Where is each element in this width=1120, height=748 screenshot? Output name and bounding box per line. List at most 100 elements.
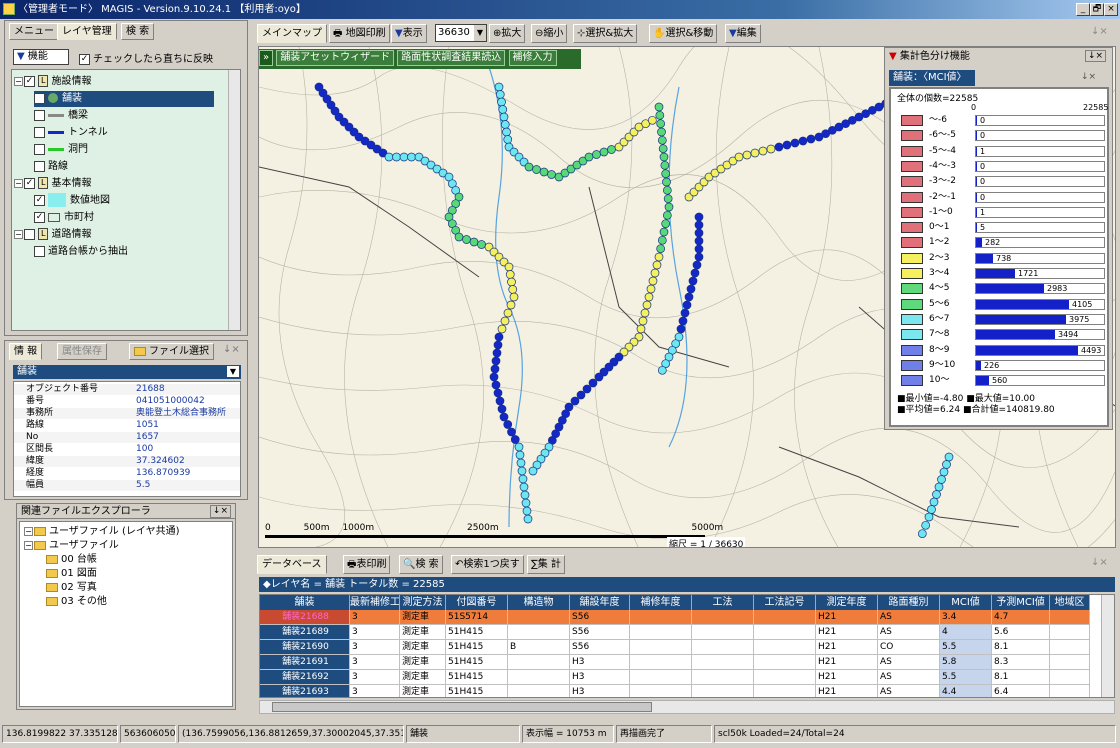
survey-point[interactable] [588,378,598,388]
survey-point[interactable] [942,460,951,469]
pin-icon[interactable]: ↓× [1091,557,1108,568]
table-cell[interactable]: 51H415 [446,655,508,670]
table-cell[interactable]: AS [878,610,940,625]
survey-point[interactable] [939,467,949,477]
survey-point[interactable] [582,384,592,394]
survey-point[interactable] [516,458,526,468]
survey-point[interactable] [384,152,394,162]
table-cell[interactable] [692,625,754,640]
survey-point[interactable] [491,356,501,366]
table-cell[interactable]: S56 [570,640,630,655]
table-cell[interactable] [508,685,570,697]
checkbox-icon[interactable] [24,228,35,240]
survey-point[interactable] [692,260,702,270]
table-hscrollbar[interactable] [259,700,1115,714]
survey-point[interactable] [642,300,652,310]
table-cell[interactable]: H21 [816,625,878,640]
checkbox-icon[interactable] [34,143,45,155]
survey-point[interactable] [494,332,504,342]
table-cell[interactable]: 測定車 [400,610,446,625]
table-cell[interactable]: 8.1 [992,640,1050,655]
survey-point[interactable] [462,235,471,244]
table-cell[interactable]: H21 [816,655,878,670]
survey-point[interactable] [644,292,654,302]
survey-point[interactable] [500,120,510,129]
view-dropdown[interactable]: ▼表示 [391,24,427,43]
checkbox-icon[interactable]: ✓ [24,75,35,87]
survey-point[interactable] [493,340,503,350]
survey-point[interactable] [659,152,669,162]
table-cell[interactable]: 5.8 [940,655,992,670]
table-cell[interactable]: 測定車 [400,655,446,670]
layer-tree-item[interactable]: − ✓ L 施設情報 [14,74,214,90]
survey-point[interactable] [504,262,514,272]
survey-point[interactable] [493,388,503,398]
close-button[interactable]: × [1104,3,1118,16]
table-cell[interactable]: H21 [816,670,878,685]
survey-point[interactable] [636,324,646,334]
survey-point[interactable] [686,284,696,294]
tab-file-select[interactable]: ファイル選択 [129,343,214,360]
table-cell[interactable]: H3 [570,670,630,685]
table-cell[interactable] [508,625,570,640]
table-cell[interactable]: 3 [350,685,400,697]
survey-point[interactable] [528,466,538,476]
layer-selector[interactable]: 舗装 ▼ [13,365,241,379]
survey-point[interactable] [508,285,518,294]
survey-point[interactable] [798,136,808,146]
property-row[interactable]: No 1657 [14,432,240,443]
survey-point[interactable] [505,270,515,279]
table-cell[interactable] [630,610,692,625]
table-cell[interactable]: AS [878,685,940,697]
property-row[interactable]: 幅員 5.5 [14,480,240,491]
hscroll-thumb[interactable] [272,702,652,712]
table-cell[interactable] [1050,640,1090,655]
table-cell[interactable] [754,610,816,625]
expand-icon[interactable]: − [24,540,33,550]
table-cell[interactable]: 測定車 [400,670,446,685]
column-header[interactable]: 路面種別 [878,595,940,610]
survey-point[interactable] [497,404,507,414]
survey-point[interactable] [638,316,648,326]
survey-point[interactable] [661,219,671,229]
survey-point[interactable] [506,300,516,310]
collapse-icon[interactable]: − [14,76,23,86]
pin-icon[interactable]: ↓× [1081,72,1096,82]
table-cell[interactable]: B [508,640,570,655]
checkbox-icon[interactable]: ✓ [34,194,45,206]
survey-point[interactable] [607,145,616,154]
survey-point[interactable] [657,235,667,245]
survey-point[interactable] [657,127,666,137]
table-cell[interactable]: S56 [570,610,630,625]
asset-wizard-button[interactable]: 舗装アセットウィザード [276,50,395,66]
table-cell[interactable] [1050,655,1090,670]
survey-point[interactable] [507,277,516,287]
table-cell[interactable]: H21 [816,610,878,625]
expand-icon[interactable]: − [24,526,33,536]
survey-point[interactable] [646,284,656,294]
property-row[interactable]: 番号 041051000042 [14,396,240,407]
layer-tree-item[interactable]: − L 道路情報 [14,227,214,243]
survey-point[interactable] [657,365,667,375]
survey-point[interactable] [694,244,704,254]
survey-point[interactable] [806,134,816,144]
table-cell[interactable]: H21 [816,685,878,697]
table-cell[interactable]: 51H415 [446,640,508,655]
survey-point[interactable] [927,505,936,514]
survey-point[interactable] [495,396,505,406]
survey-point[interactable] [929,497,939,507]
legend-pin-icon[interactable]: ↓× [1085,50,1107,62]
survey-point[interactable] [650,268,660,278]
table-cell[interactable] [1050,625,1090,640]
select-move-button[interactable]: ✋選択&移動 [649,24,718,43]
column-header[interactable]: 工法 [692,595,754,610]
row-id-cell[interactable]: 舗装21690 [260,640,350,655]
survey-point[interactable] [680,308,690,318]
tab-main-map[interactable]: メインマップ [257,24,327,43]
layer-tree-item[interactable]: ✓ 舗装 [34,91,214,107]
table-cell[interactable] [692,670,754,685]
table-cell[interactable]: 3 [350,655,400,670]
layer-tree-item[interactable]: − ✓ L 基本情報 [14,176,214,192]
survey-point[interactable] [503,420,513,429]
survey-point[interactable] [519,482,529,492]
